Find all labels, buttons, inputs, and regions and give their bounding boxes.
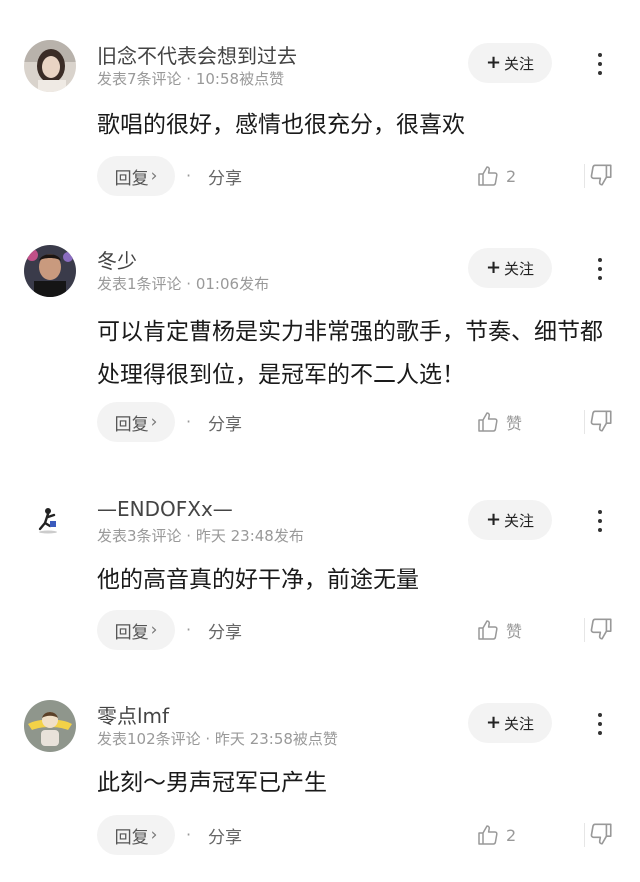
username[interactable]: 冬少 [97,245,137,274]
thumbs-up-icon [478,412,498,432]
reply-button[interactable]: 回复 › [97,815,175,855]
thumbs-up-icon [478,166,498,186]
follow-label: 关注 [504,714,535,733]
reply-label: 回复 [114,622,149,643]
chevron-right-icon: › [150,166,158,186]
more-options-button[interactable] [588,706,612,742]
divider [584,164,585,188]
avatar-photo-woman-icon [24,40,76,92]
follow-label: 关注 [504,259,535,278]
avatar[interactable] [24,700,76,752]
like-count: 赞 [506,622,523,641]
more-options-button[interactable] [588,46,612,82]
share-button[interactable]: 分享 [208,164,242,189]
comment-actions: 回复 › · 分享 2 [0,815,640,855]
chevron-right-icon: › [150,620,158,640]
follow-button[interactable]: + 关注 [468,248,552,288]
comment-actions: 回复 › · 分享 赞 [0,610,640,650]
thumbs-down-icon [590,618,612,640]
follow-label: 关注 [504,511,535,530]
avatar[interactable] [24,40,76,92]
reply-label: 回复 [114,414,149,435]
more-vertical-icon [598,53,602,57]
more-options-button[interactable] [588,251,612,287]
reply-label: 回复 [114,168,149,189]
thumbs-down-icon [590,823,612,845]
more-options-button[interactable] [588,503,612,539]
like-button[interactable]: 2 [476,821,516,849]
share-button[interactable]: 分享 [208,410,242,435]
avatar[interactable] [24,497,76,549]
chevron-right-icon: › [150,412,158,432]
follow-label: 关注 [504,54,535,73]
comment-meta: 发表7条评论 · 10:58被点赞 [97,70,285,88]
comment-actions: 回复 › · 分享 赞 [0,402,640,442]
avatar-photo-cartoon-icon [24,700,76,752]
comment-text: 可以肯定曹杨是实力非常强的歌手，节奏、细节都处理得很到位，是冠军的不二人选！ [97,319,603,388]
follow-button[interactable]: + 关注 [468,43,552,83]
reply-button[interactable]: 回复 › [97,610,175,650]
comment-text: 他的高音真的好干净，前途无量 [97,567,419,593]
like-count: 2 [506,825,517,845]
divider [584,410,585,434]
separator-dot: · [186,825,192,844]
username[interactable]: 旧念不代表会想到过去 [97,40,297,69]
separator-dot: · [186,412,192,431]
dislike-button[interactable] [588,821,616,849]
follow-button[interactable]: + 关注 [468,703,552,743]
divider [584,618,585,642]
thumbs-down-icon [590,164,612,186]
avatar-photo-man-icon [24,245,76,297]
dislike-button[interactable] [588,616,616,644]
thumbs-up-icon [478,825,498,845]
follow-button[interactable]: + 关注 [468,500,552,540]
chevron-right-icon: › [150,825,158,845]
like-button[interactable]: 2 [476,162,516,190]
like-button[interactable]: 赞 [476,408,522,436]
comment-meta: 发表102条评论 · 昨天 23:58被点赞 [97,730,338,748]
more-vertical-icon [598,258,602,262]
plus-icon: + [485,509,502,530]
like-count: 2 [506,166,517,186]
dislike-button[interactable] [588,408,616,436]
reply-button[interactable]: 回复 › [97,156,175,196]
plus-icon: + [485,52,502,73]
comment-item: —ENDOFXx— 发表3条评论 · 昨天 23:48发布 + 关注 他的高音真… [0,497,640,657]
comment-item: 冬少 发表1条评论 · 01:06发布 + 关注 可以肯定曹杨是实力非常强的歌手… [0,245,640,445]
reply-label: 回复 [114,827,149,848]
username[interactable]: 零点lmf [97,700,169,729]
thumbs-up-icon [478,620,498,640]
plus-icon: + [485,712,502,733]
reply-button[interactable]: 回复 › [97,402,175,442]
share-button[interactable]: 分享 [208,618,242,643]
comment-meta: 发表3条评论 · 昨天 23:48发布 [97,527,304,545]
username[interactable]: —ENDOFXx— [97,497,233,521]
like-count: 赞 [506,414,523,433]
share-button[interactable]: 分享 [208,823,242,848]
plus-icon: + [485,257,502,278]
like-button[interactable]: 赞 [476,616,522,644]
comment-text: 此刻～男声冠军已产生 [97,770,327,796]
more-vertical-icon [598,510,602,514]
dislike-button[interactable] [588,162,616,190]
comment-meta: 发表1条评论 · 01:06发布 [97,275,270,293]
thumbs-down-icon [590,410,612,432]
divider [584,823,585,847]
comment-item: 零点lmf 发表102条评论 · 昨天 23:58被点赞 + 关注 此刻～男声冠… [0,700,640,860]
comment-actions: 回复 › · 分享 2 [0,156,640,196]
avatar-photo-figure-icon [24,497,76,549]
comment-text: 歌唱的很好，感情也很充分，很喜欢 [97,112,465,138]
separator-dot: · [186,166,192,185]
comment-item: 旧念不代表会想到过去 发表7条评论 · 10:58被点赞 + 关注 歌唱的很好，… [0,40,640,200]
separator-dot: · [186,620,192,639]
more-vertical-icon [598,713,602,717]
avatar[interactable] [24,245,76,297]
